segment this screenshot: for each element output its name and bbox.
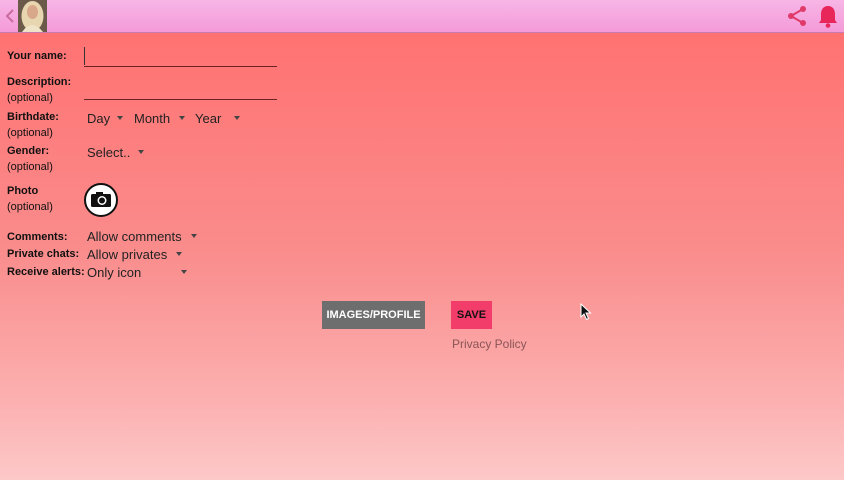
- description-label: Description: (optional): [7, 76, 72, 104]
- gender-label: Gender: (optional): [7, 145, 53, 173]
- chevron-down-icon: [181, 270, 187, 274]
- chevron-down-icon: [176, 252, 182, 256]
- comments-select[interactable]: Allow comments: [87, 229, 182, 244]
- alerts-label: Receive alerts:: [7, 266, 85, 278]
- name-input[interactable]: [84, 66, 277, 67]
- private-chats-select[interactable]: Allow privates: [87, 247, 167, 262]
- description-input[interactable]: [84, 99, 277, 100]
- birth-month-select[interactable]: Month: [134, 111, 170, 126]
- top-bar: [0, 0, 844, 33]
- text-cursor: [84, 47, 85, 65]
- chevron-down-icon: [117, 116, 123, 120]
- comments-label: Comments:: [7, 231, 68, 243]
- mouse-pointer-icon: [580, 303, 592, 321]
- alerts-select[interactable]: Only icon: [87, 265, 141, 280]
- birth-day-select[interactable]: Day: [87, 111, 110, 126]
- chevron-down-icon: [234, 116, 240, 120]
- birthdate-label: Birthdate: (optional): [7, 111, 59, 139]
- chevron-down-icon: [179, 116, 185, 120]
- save-button[interactable]: SAVE: [451, 301, 492, 329]
- birth-year-select[interactable]: Year: [195, 111, 221, 126]
- camera-icon[interactable]: [84, 183, 118, 217]
- private-chats-label: Private chats:: [7, 248, 80, 260]
- back-arrow-icon[interactable]: [4, 6, 16, 26]
- name-label: Your name:: [7, 50, 67, 62]
- bell-icon[interactable]: [817, 4, 839, 28]
- share-icon[interactable]: [785, 4, 809, 28]
- chevron-down-icon: [138, 150, 144, 154]
- privacy-policy-link[interactable]: Privacy Policy: [452, 337, 527, 351]
- gender-select[interactable]: Select..: [87, 145, 130, 160]
- chevron-down-icon: [191, 234, 197, 238]
- avatar[interactable]: [18, 0, 47, 32]
- photo-label: Photo (optional): [7, 185, 53, 213]
- images-profile-button[interactable]: IMAGES/PROFILE: [322, 301, 425, 329]
